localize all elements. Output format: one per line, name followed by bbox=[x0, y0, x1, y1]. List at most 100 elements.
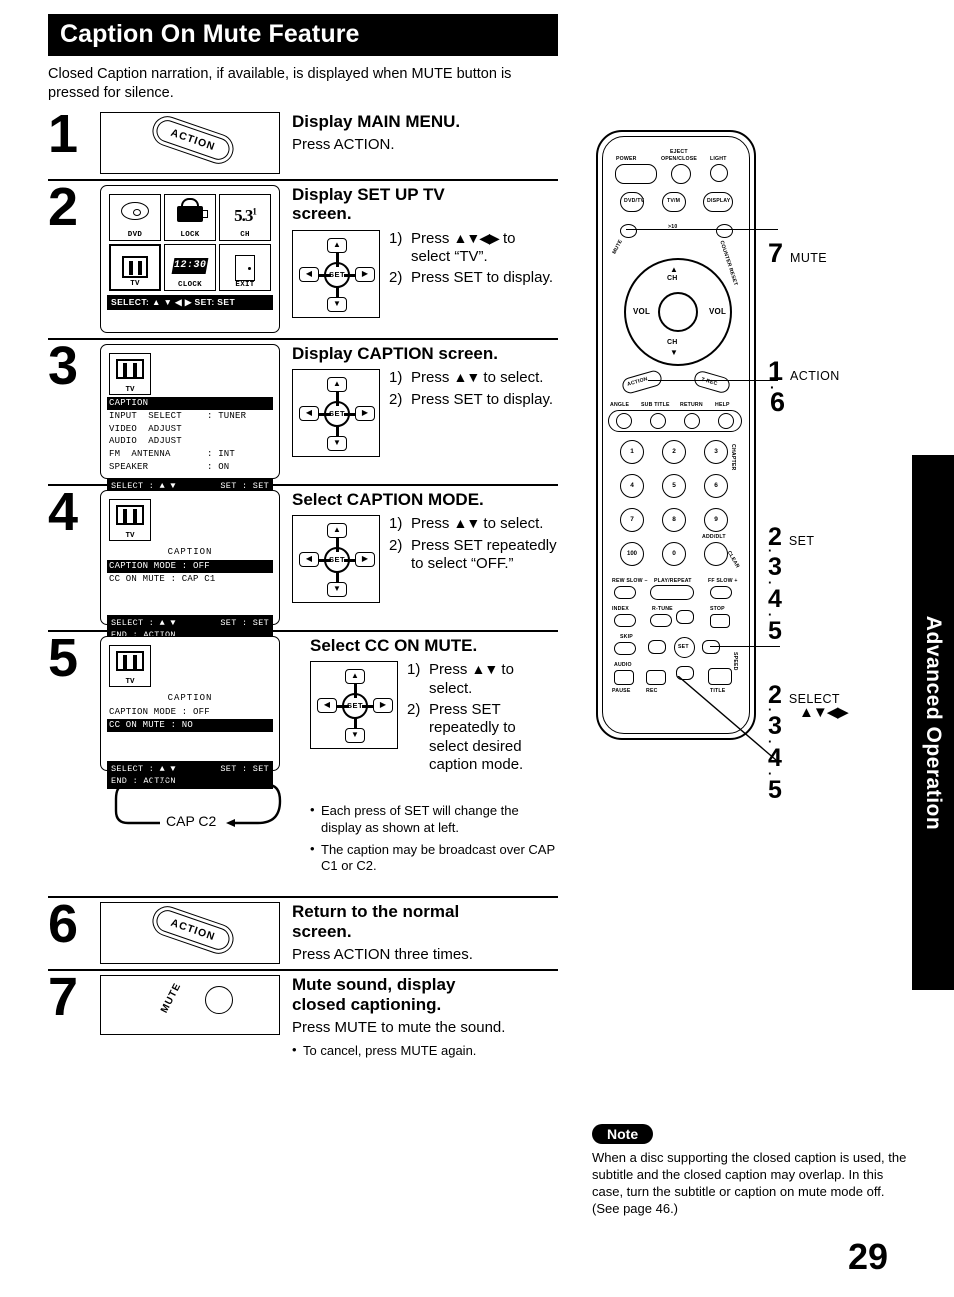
pad-down-icon: ▼ bbox=[327, 582, 347, 598]
keypad-button-5[interactable]: 5 bbox=[662, 474, 686, 498]
nav-center-button[interactable] bbox=[658, 292, 698, 332]
list-item-key: FM ANTENNA bbox=[109, 449, 171, 460]
eject-button[interactable] bbox=[671, 164, 691, 184]
step-3-heading: Display CAPTION screen. bbox=[292, 344, 498, 364]
action-button[interactable] bbox=[620, 368, 664, 396]
menu-cell-label: TV bbox=[130, 280, 140, 289]
remote-pad-left-button[interactable] bbox=[648, 640, 666, 654]
note-box: Note When a disc supporting the closed c… bbox=[592, 1124, 912, 1218]
remote-label-index: INDEX bbox=[612, 606, 629, 612]
add-dlt-button[interactable] bbox=[704, 542, 728, 566]
callout-arrows-icon: ▲▼◀▶ bbox=[799, 704, 849, 721]
callout-action: 1 ACTION bbox=[768, 358, 840, 385]
pad-up-icon: ▲ bbox=[327, 523, 347, 539]
remote-label-vol-minus: VOL bbox=[633, 307, 651, 316]
remote-control-illustration: POWER EJECT OPEN/CLOSE LIGHT DVD/TV TV/M… bbox=[596, 130, 756, 740]
callout-text: MUTE bbox=[790, 251, 828, 265]
instructions-column: Caption On Mute Feature Closed Caption n… bbox=[48, 14, 558, 1065]
step-5-text: Select CC ON MUTE. ▲ ▼ ◀ ▶ SET 1) Press … bbox=[298, 636, 558, 880]
section-side-tab: Advanced Operation bbox=[912, 455, 954, 990]
substep-text: Press bbox=[411, 229, 450, 247]
r-tune-button[interactable] bbox=[650, 614, 672, 627]
list-item: SPEAKER : ON bbox=[107, 461, 273, 474]
remote-label-return: RETURN bbox=[680, 402, 703, 408]
keypad-button-7[interactable]: 7 bbox=[620, 508, 644, 532]
menu-cell-label: DVD bbox=[127, 231, 143, 240]
pad-down-icon: ▼ bbox=[345, 728, 365, 744]
remote-label-light: LIGHT bbox=[710, 156, 727, 162]
callout-number-seq: · 3 · 4 · 5 bbox=[768, 543, 782, 645]
caption-screen-ccmute: TV CAPTION CAPTION MODE : OFF CC ON MUTE… bbox=[100, 636, 280, 790]
callout-select: 2 SELECT ▲▼◀▶ · 3 · 4 · 5 bbox=[768, 683, 849, 803]
callout-number: 7 bbox=[768, 238, 784, 268]
step-7-text: Mute sound, display closed captioning. P… bbox=[280, 975, 558, 1065]
caption-mode-cycle-diagram: NO CAP C1 CAP C2 bbox=[108, 771, 298, 843]
help-button[interactable] bbox=[718, 413, 734, 429]
menu-cell-ch[interactable]: 5.31 CH bbox=[219, 194, 271, 242]
step-6-subtext: Press ACTION three times. bbox=[292, 946, 473, 963]
subtitle-button[interactable] bbox=[650, 413, 666, 429]
menu-cell-clock[interactable]: 12:30 CLOCK bbox=[164, 244, 216, 292]
counter-reset-button[interactable] bbox=[716, 224, 733, 238]
tv-icon bbox=[111, 251, 159, 279]
power-button[interactable] bbox=[615, 164, 657, 184]
nav-ring[interactable] bbox=[624, 258, 732, 366]
keypad-button-9[interactable]: 9 bbox=[704, 508, 728, 532]
remote-label-stop: STOP bbox=[710, 606, 725, 612]
keypad-button-6[interactable]: 6 bbox=[704, 474, 728, 498]
light-button[interactable] bbox=[710, 164, 728, 182]
stop-button[interactable] bbox=[710, 614, 730, 628]
keypad-button-100[interactable]: 100 bbox=[620, 542, 644, 566]
substep: 1) Press ▲▼ to select. bbox=[389, 515, 558, 533]
menu-cell-tv[interactable]: TV bbox=[109, 244, 161, 292]
exit-icon bbox=[220, 250, 270, 282]
keypad-button-2[interactable]: 2 bbox=[662, 440, 686, 464]
display-button[interactable] bbox=[703, 192, 733, 212]
list-item: VIDEO ADJUST bbox=[107, 423, 273, 436]
dvd-tv-button[interactable] bbox=[620, 192, 644, 212]
substep-text: Press SET repeatedly to select “OFF.” bbox=[411, 536, 557, 573]
callout-action-step6: · 6 bbox=[770, 379, 786, 417]
list-item-highlighted: CC ON MUTE : NO bbox=[107, 718, 273, 732]
remote-pad-up-button[interactable] bbox=[676, 610, 694, 624]
remote-set-button[interactable] bbox=[674, 637, 695, 658]
remote-label-set: SET bbox=[678, 644, 689, 650]
pause-button[interactable] bbox=[614, 670, 634, 685]
function-row-group bbox=[608, 410, 742, 432]
substep-number: 1) bbox=[407, 661, 421, 679]
menu-cell-dvd[interactable]: DVD bbox=[109, 194, 161, 242]
rew-button[interactable] bbox=[614, 586, 636, 599]
tv-icon-label: TV bbox=[125, 678, 135, 687]
remote-label-play-repeat: PLAY/REPEAT bbox=[654, 578, 692, 584]
channel-icon: 5.31 bbox=[220, 200, 270, 229]
tv-vcr-button[interactable] bbox=[662, 192, 686, 212]
step-number: 1 bbox=[48, 104, 79, 165]
ff-button[interactable] bbox=[710, 586, 732, 599]
keypad-button-1[interactable]: 1 bbox=[620, 440, 644, 464]
step-7-heading: Mute sound, display closed captioning. bbox=[292, 975, 558, 1014]
mute-button[interactable] bbox=[620, 224, 637, 238]
step-2-text: Display SET UP TV screen. ▲ ▼ ◀ ▶ SET 1)… bbox=[280, 185, 558, 333]
note-badge: Note bbox=[592, 1124, 654, 1144]
leader-line-set bbox=[710, 646, 780, 647]
skip-back-button[interactable] bbox=[614, 642, 636, 655]
pad-set-label: SET bbox=[324, 547, 350, 574]
step-4-text: Select CAPTION MODE. ▲ ▼ ◀ ▶ SET 1) Pres… bbox=[280, 490, 558, 625]
keypad-button-3[interactable]: 3 bbox=[704, 440, 728, 464]
keypad-button-8[interactable]: 8 bbox=[662, 508, 686, 532]
pad-right-icon: ▶ bbox=[355, 406, 375, 422]
return-button[interactable] bbox=[684, 413, 700, 429]
keypad-button-0[interactable]: 0 bbox=[662, 542, 686, 566]
index-button[interactable] bbox=[614, 614, 636, 627]
menu-cell-lock[interactable]: LOCK bbox=[164, 194, 216, 242]
cycle-node-no: NO bbox=[151, 775, 172, 792]
t-rec-button[interactable] bbox=[692, 369, 732, 395]
play-button[interactable] bbox=[650, 585, 694, 600]
angle-button[interactable] bbox=[616, 413, 632, 429]
keypad-button-4[interactable]: 4 bbox=[620, 474, 644, 498]
callout-text: SET bbox=[788, 534, 815, 548]
menu-cell-exit[interactable]: EXIT bbox=[219, 244, 271, 292]
rec-button[interactable] bbox=[646, 670, 666, 685]
menu-cell-label: CLOCK bbox=[177, 281, 202, 290]
remote-pad-right-button[interactable] bbox=[702, 640, 720, 654]
